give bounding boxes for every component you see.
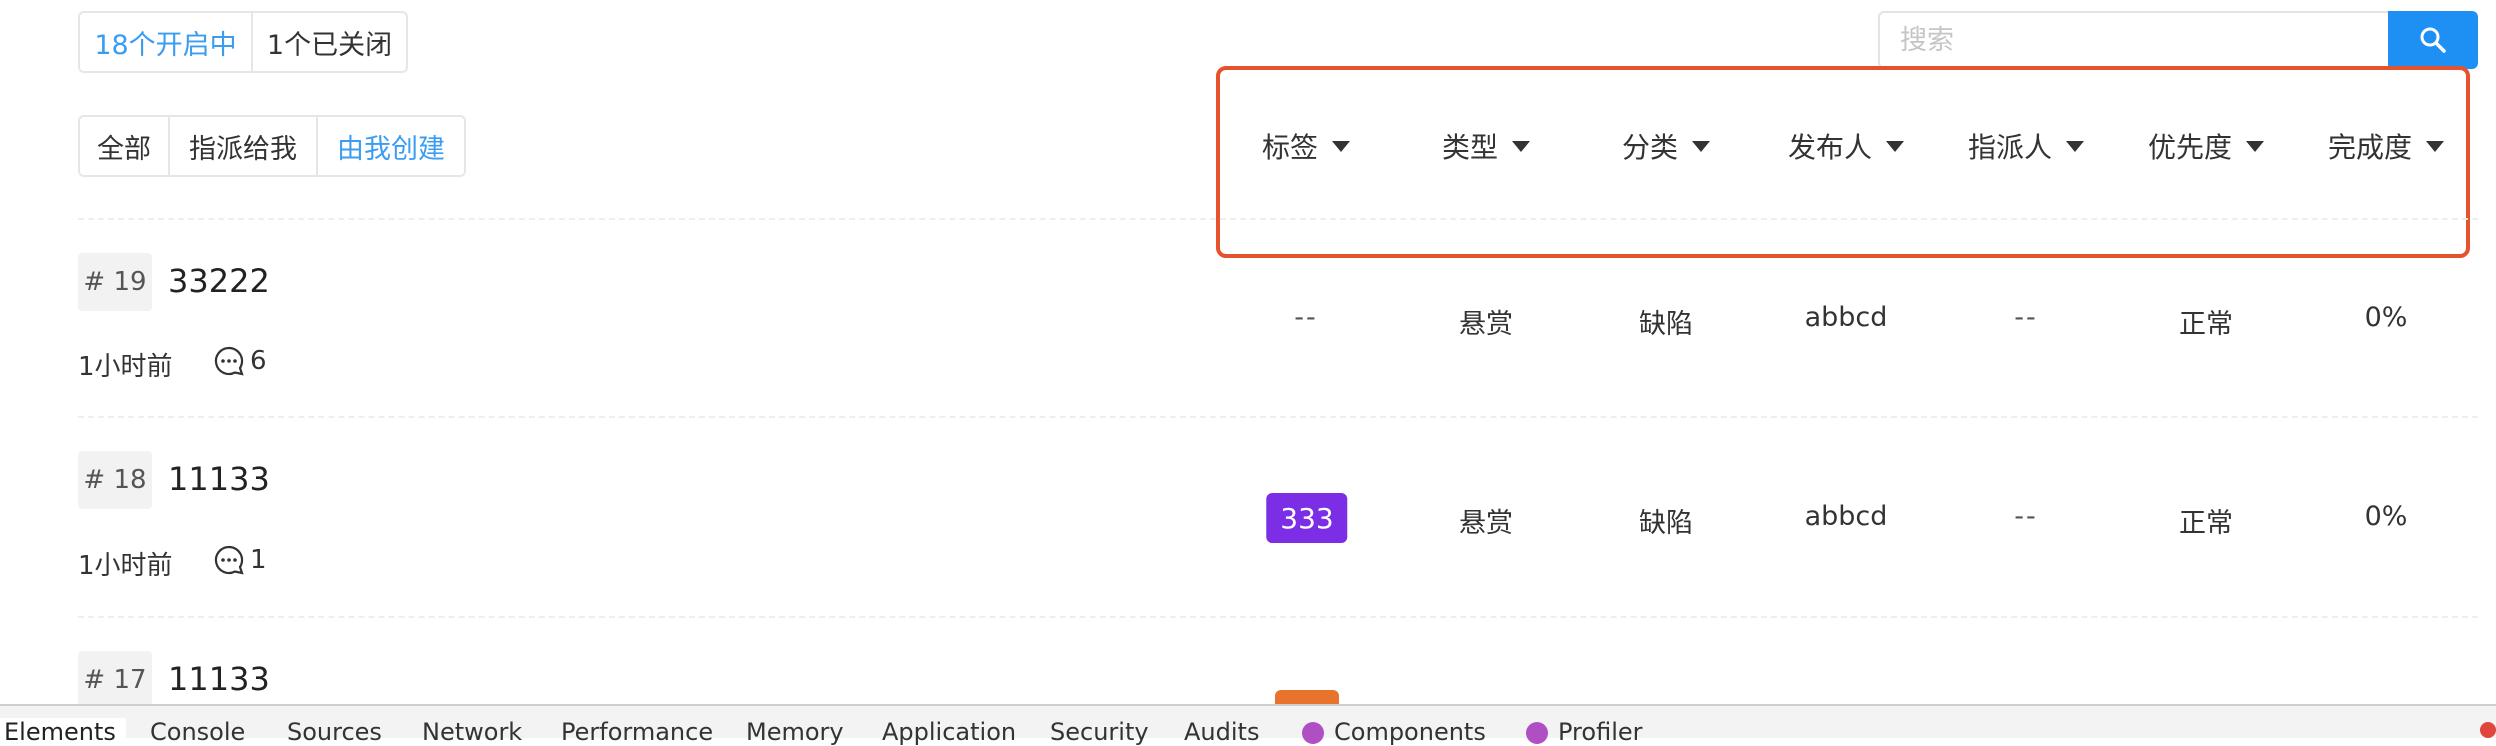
issue-title[interactable]: 11133 [168, 460, 270, 498]
highlight-box [1216, 66, 2470, 258]
filter-tabs: 全部 指派给我 由我创建 [78, 115, 466, 177]
tab-closed[interactable]: 1个已关闭 [253, 13, 406, 71]
issue-time: 1小时前 [78, 352, 173, 382]
filter-created-by-me[interactable]: 由我创建 [318, 117, 464, 175]
status-tabs: 18个开启中 1个已关闭 [78, 11, 408, 73]
issue-category: 缺陷 [1639, 508, 1693, 539]
devtools-tab-components[interactable]: Components [1302, 718, 1486, 746]
devtools-tabbar: Elements Console Sources Network Perform… [0, 704, 2496, 746]
comment-count: 6 [212, 344, 267, 378]
react-icon [1526, 722, 1548, 744]
issue-priority: 正常 [2179, 508, 2233, 539]
issue-publisher: abbcd [1804, 501, 1888, 532]
devtools-tab-label: Components [1334, 718, 1486, 746]
devtools-tab-security[interactable]: Security [1050, 718, 1149, 746]
row-divider [78, 616, 2478, 618]
devtools-tab-performance[interactable]: Performance [561, 718, 713, 746]
tab-open[interactable]: 18个开启中 [80, 13, 253, 71]
issue-category: 缺陷 [1639, 309, 1693, 340]
devtools-tab-memory[interactable]: Memory [746, 718, 844, 746]
issue-publisher: abbcd [1804, 302, 1888, 333]
issue-priority: 正常 [2179, 309, 2233, 340]
comment-count-value: 1 [250, 545, 267, 575]
issue-tag-badge[interactable]: 333 [1266, 493, 1348, 543]
devtools-tab-sources[interactable]: Sources [287, 718, 382, 746]
comment-count-value: 6 [250, 346, 267, 376]
comment-icon [214, 346, 244, 376]
issue-type: 悬赏 [1459, 309, 1513, 340]
filter-assigned-to-me[interactable]: 指派给我 [170, 117, 318, 175]
issue-progress: 0% [2364, 501, 2408, 532]
row-divider [78, 218, 2478, 220]
row-divider [78, 416, 2478, 418]
devtools-tab-label: Profiler [1558, 718, 1643, 746]
devtools-tab-application[interactable]: Application [882, 718, 1016, 746]
issue-title[interactable]: 33222 [168, 262, 270, 300]
react-icon [1302, 722, 1324, 744]
devtools-tab-network[interactable]: Network [422, 718, 522, 746]
issue-title[interactable]: 11133 [168, 660, 270, 698]
search-button[interactable] [2388, 11, 2478, 69]
devtools-tab-elements[interactable]: Elements [0, 718, 126, 746]
devtools-tab-console[interactable]: Console [150, 718, 245, 746]
comment-count: 1 [212, 543, 267, 577]
filter-all[interactable]: 全部 [80, 117, 170, 175]
search-input[interactable] [1880, 13, 2388, 67]
search-box [1878, 11, 2388, 69]
issue-tag: -- [1294, 302, 1318, 333]
issue-progress: 0% [2364, 302, 2408, 333]
search-icon [2420, 27, 2446, 53]
issue-assignee: -- [2014, 501, 2038, 532]
devtools-tab-profiler[interactable]: Profiler [1526, 718, 1643, 746]
issue-type: 悬赏 [1459, 508, 1513, 539]
issue-id-badge: # 17 [78, 651, 152, 709]
issue-id-badge: # 18 [78, 451, 152, 509]
devtools-tab-audits[interactable]: Audits [1184, 718, 1259, 746]
issue-id-badge: # 19 [78, 253, 152, 311]
comment-icon [214, 545, 244, 575]
issue-assignee: -- [2014, 302, 2038, 333]
issue-time: 1小时前 [78, 551, 173, 581]
